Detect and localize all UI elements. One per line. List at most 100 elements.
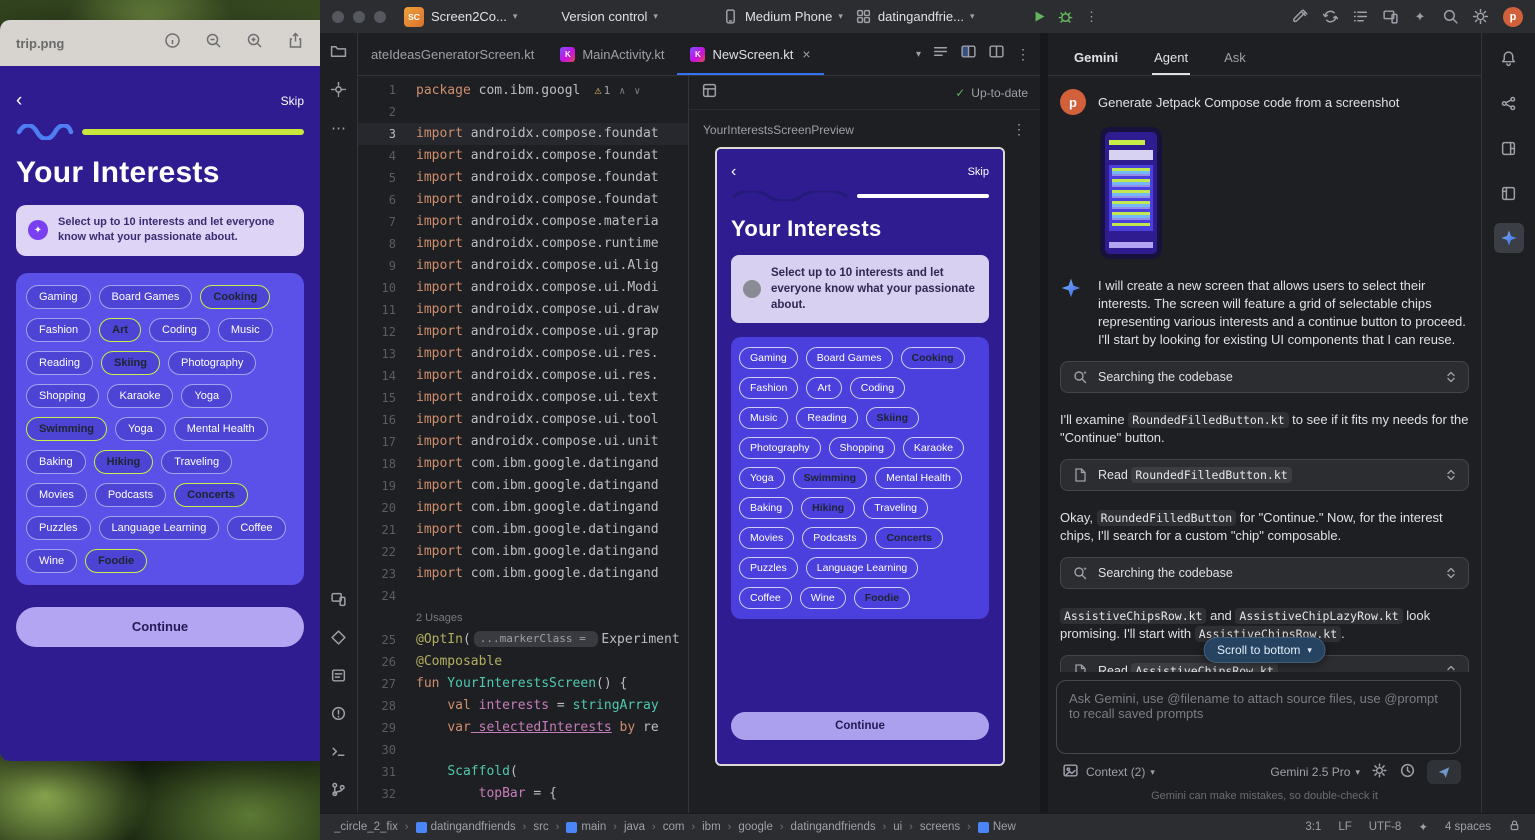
- project-tool-icon[interactable]: [330, 43, 347, 65]
- project-selector[interactable]: Screen2Co... ▾: [431, 9, 517, 24]
- code-line[interactable]: 5import androidx.compose.foundat: [358, 167, 688, 189]
- interest-chip[interactable]: Concerts: [174, 483, 248, 507]
- interest-chip[interactable]: Reading: [796, 407, 857, 429]
- sync-project-icon[interactable]: [1317, 4, 1343, 30]
- view-list-icon[interactable]: [932, 43, 949, 65]
- search-everywhere-icon[interactable]: [1437, 4, 1463, 30]
- breadcrumb-item[interactable]: New: [978, 821, 1016, 833]
- tab-ask[interactable]: Ask: [1224, 50, 1246, 75]
- preview-more-icon[interactable]: ⋮: [1012, 121, 1026, 138]
- scroll-to-bottom-button[interactable]: Scroll to bottom ▾: [1203, 637, 1326, 663]
- interest-chip[interactable]: Swimming: [793, 467, 868, 489]
- ai-status-icon[interactable]: ✦: [1418, 820, 1428, 834]
- tab-list-chevron-icon[interactable]: ▾: [916, 49, 921, 60]
- interest-chip[interactable]: Skiing: [866, 407, 920, 429]
- expand-icon[interactable]: [1445, 664, 1457, 672]
- back-icon[interactable]: ‹: [16, 90, 22, 112]
- breadcrumb-item[interactable]: ui: [893, 821, 902, 833]
- code-line[interactable]: 31 Scaffold(: [358, 761, 688, 783]
- more-tools-icon[interactable]: ⋯: [331, 119, 346, 137]
- device-manager-icon[interactable]: [1377, 4, 1403, 30]
- window-zoom-icon[interactable]: [374, 11, 386, 23]
- interest-chip[interactable]: Concerts: [875, 527, 943, 549]
- interest-chip[interactable]: Photography: [168, 351, 256, 375]
- code-line[interactable]: 2: [358, 101, 688, 123]
- line-ending[interactable]: LF: [1338, 821, 1351, 833]
- interest-chip[interactable]: Language Learning: [806, 557, 919, 579]
- attach-image-icon[interactable]: [1062, 762, 1079, 782]
- interest-chip[interactable]: Baking: [26, 450, 86, 474]
- encoding[interactable]: UTF-8: [1369, 821, 1402, 833]
- layout-inspector-icon[interactable]: [1494, 133, 1524, 163]
- interest-chip[interactable]: Hiking: [94, 450, 154, 474]
- code-line[interactable]: 3import androidx.compose.foundat: [358, 123, 688, 145]
- interest-chip[interactable]: Music: [218, 318, 273, 342]
- interest-chip[interactable]: Mental Health: [174, 417, 268, 441]
- breadcrumb-item[interactable]: screens: [920, 821, 960, 833]
- panel-divider[interactable]: [1040, 33, 1048, 813]
- interest-chip[interactable]: Shopping: [26, 384, 99, 408]
- code-line[interactable]: 16import androidx.compose.ui.tool: [358, 409, 688, 431]
- tool-card[interactable]: Searching the codebase: [1060, 557, 1469, 589]
- code-line[interactable]: 8import androidx.compose.runtime: [358, 233, 688, 255]
- interest-chip[interactable]: Yoga: [739, 467, 785, 489]
- tool-card[interactable]: Read RoundedFilledButton.kt: [1060, 459, 1469, 491]
- zoom-out-icon[interactable]: [205, 32, 222, 54]
- code-line[interactable]: 4import androidx.compose.foundat: [358, 145, 688, 167]
- task-list-icon[interactable]: [1347, 4, 1373, 30]
- code-line[interactable]: 13import androidx.compose.ui.res.: [358, 343, 688, 365]
- breadcrumb-item[interactable]: com: [663, 821, 685, 833]
- resource-manager-icon[interactable]: [1494, 178, 1524, 208]
- code-line[interactable]: 18import com.ibm.google.datingand: [358, 453, 688, 475]
- run-button[interactable]: [1026, 4, 1052, 30]
- skip-button[interactable]: Skip: [281, 94, 304, 108]
- code-line[interactable]: 28 val interests = stringArray: [358, 695, 688, 717]
- device-selector[interactable]: Medium Phone ▾: [722, 8, 843, 25]
- code-line[interactable]: 17import androidx.compose.ui.unit: [358, 431, 688, 453]
- zoom-in-icon[interactable]: [246, 32, 263, 54]
- interest-chip[interactable]: Skiing: [101, 351, 160, 375]
- editor-more-icon[interactable]: ⋮: [1016, 46, 1030, 63]
- interest-chip[interactable]: Photography: [739, 437, 821, 459]
- interest-chip[interactable]: Swimming: [26, 417, 107, 441]
- interest-chip[interactable]: Language Learning: [99, 516, 220, 540]
- interest-chip[interactable]: Traveling: [161, 450, 232, 474]
- send-button[interactable]: [1427, 760, 1461, 784]
- interest-chip[interactable]: Foodie: [854, 587, 910, 609]
- breadcrumb-item[interactable]: datingandfriends: [416, 821, 516, 833]
- code-line[interactable]: 9import androidx.compose.ui.Alig: [358, 255, 688, 277]
- editor-tab[interactable]: ateIdeasGeneratorScreen.kt: [358, 33, 547, 75]
- gemini-tool-icon[interactable]: [1494, 223, 1524, 253]
- tab-agent[interactable]: Agent: [1154, 50, 1188, 75]
- skip-button[interactable]: Skip: [968, 166, 989, 178]
- interest-chip[interactable]: Hiking: [801, 497, 855, 519]
- code-line[interactable]: 14import androidx.compose.ui.res.: [358, 365, 688, 387]
- commit-tool-icon[interactable]: [330, 81, 347, 103]
- settings-gear-icon[interactable]: [1467, 4, 1493, 30]
- editor-tab[interactable]: KNewScreen.kt×: [677, 33, 823, 75]
- logcat-icon[interactable]: [330, 667, 347, 689]
- screenshot-thumbnail[interactable]: [1100, 127, 1162, 259]
- expand-icon[interactable]: [1445, 468, 1457, 482]
- breadcrumb-item[interactable]: google: [738, 821, 773, 833]
- interest-chip[interactable]: Reading: [26, 351, 93, 375]
- running-devices-icon[interactable]: [330, 591, 347, 613]
- interest-chip[interactable]: Karaoke: [903, 437, 964, 459]
- interest-chip[interactable]: Wine: [800, 587, 846, 609]
- interest-chip[interactable]: Art: [806, 377, 841, 399]
- build-variants-icon[interactable]: [330, 629, 347, 651]
- interest-chip[interactable]: Podcasts: [802, 527, 867, 549]
- problems-icon[interactable]: [330, 705, 347, 727]
- build-icon[interactable]: [1287, 4, 1313, 30]
- window-close-icon[interactable]: [332, 11, 344, 23]
- run-configuration-selector[interactable]: datingandfrie... ▾: [855, 8, 975, 25]
- vcs-widget[interactable]: Version control ▾: [561, 9, 658, 24]
- interest-chip[interactable]: Art: [99, 318, 141, 342]
- breadcrumb-item[interactable]: _circle_2_fix: [334, 821, 398, 833]
- next-warning-icon[interactable]: ∨: [634, 86, 640, 97]
- notifications-icon[interactable]: [1494, 43, 1524, 73]
- history-icon[interactable]: [1399, 762, 1416, 782]
- breadcrumb-item[interactable]: main: [566, 821, 606, 833]
- back-icon[interactable]: ‹: [731, 163, 736, 181]
- model-selector[interactable]: Gemini 2.5 Pro ▾: [1270, 765, 1360, 779]
